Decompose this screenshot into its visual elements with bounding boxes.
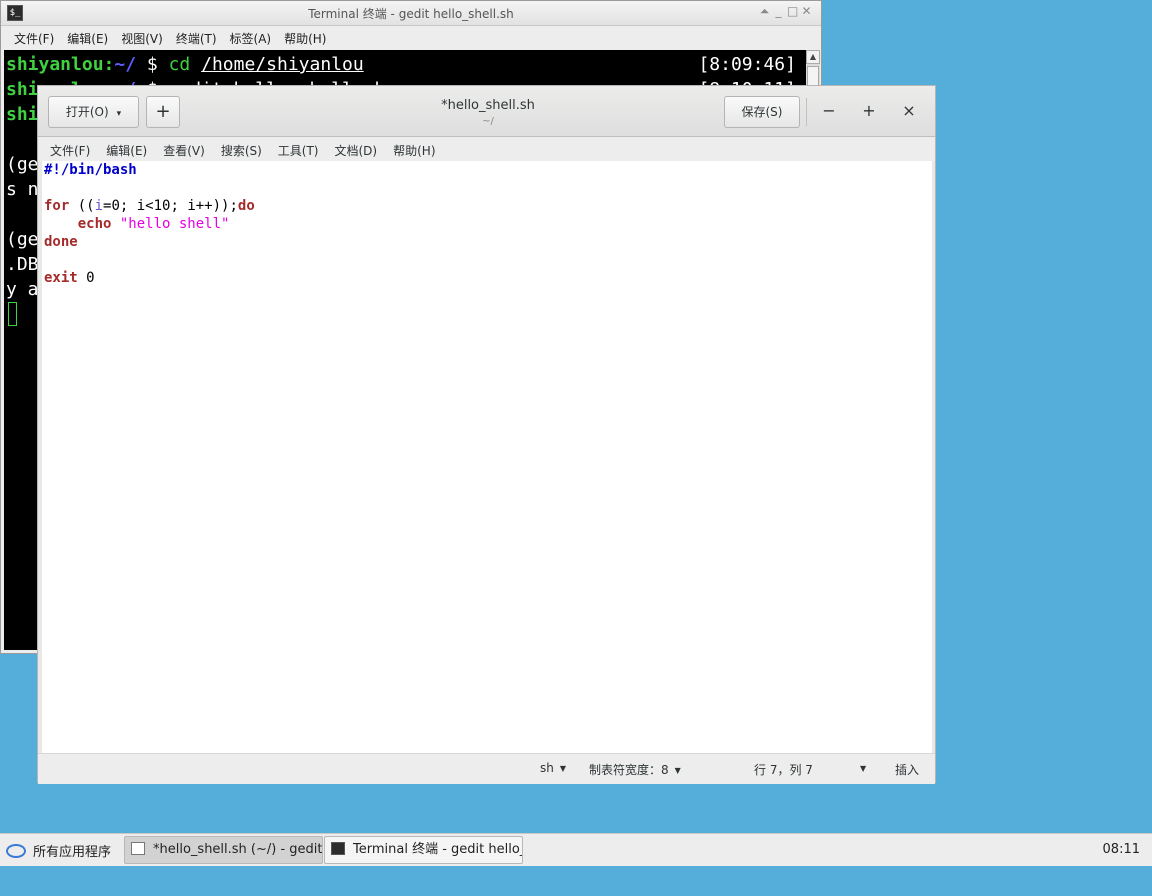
chevron-down-icon: ▼: [559, 764, 567, 773]
maximize-icon[interactable]: □: [787, 4, 801, 18]
chevron-down-icon: ▾: [116, 109, 122, 119]
new-tab-button[interactable]: +: [146, 96, 180, 128]
terminal-icon: [331, 842, 345, 855]
chevron-down-icon: ▼: [860, 764, 867, 773]
shade-icon[interactable]: ⏶: [759, 4, 773, 19]
loop-variable: i: [94, 198, 104, 214]
code-line: exit 0: [44, 269, 95, 287]
close-icon[interactable]: ×: [898, 100, 920, 122]
gedit-statusbar: sh ▼ 制表符宽度：8 ▼ 行 7，列 7 ▼ 插入: [38, 753, 935, 784]
minimize-icon[interactable]: _: [773, 4, 787, 18]
command-space: [190, 54, 201, 75]
save-button[interactable]: 保存(S): [724, 96, 800, 128]
terminal-menu-terminal[interactable]: 终端(T): [176, 30, 217, 47]
insert-mode: 插入: [895, 763, 920, 777]
terminal-window-title: Terminal 终端 - gedit hello_shell.sh: [308, 7, 514, 21]
keyword-do: do: [237, 198, 255, 214]
gedit-menu-tools[interactable]: 工具(T): [278, 142, 319, 159]
code-text: ((: [69, 198, 95, 214]
exit-code: 0: [77, 270, 95, 286]
position-menu-button[interactable]: ▼: [854, 761, 866, 775]
prompt-user: shi: [6, 104, 39, 125]
tab-width-selector[interactable]: 制表符宽度：8 ▼: [589, 761, 681, 778]
header-separator: [806, 98, 807, 126]
terminal-menubar: 文件(F) 编辑(E) 视图(V) 终端(T) 标签(A) 帮助(H): [1, 26, 821, 50]
app-menu-label: 所有应用程序: [33, 845, 112, 860]
terminal-timestamp: [8:09:46]: [698, 54, 796, 75]
scroll-up-icon[interactable]: ▲: [806, 50, 820, 64]
document-title: *hello_shell.sh: [441, 98, 535, 113]
chevron-down-icon: ▼: [674, 766, 681, 775]
keyword-done: done: [44, 234, 78, 250]
close-icon[interactable]: ✕: [801, 4, 815, 18]
gedit-menu-edit[interactable]: 编辑(E): [106, 142, 147, 159]
taskbar-task-gedit[interactable]: *hello_shell.sh (~/) - gedit: [124, 836, 323, 864]
minimize-icon[interactable]: −: [818, 100, 840, 122]
command-arg: /home/shiyanlou: [201, 54, 364, 75]
gedit-menu-file[interactable]: 文件(F): [50, 142, 90, 159]
terminal-line: shi: [6, 102, 39, 127]
cursor-position[interactable]: 行 7，列 7: [754, 761, 813, 778]
document-path: ~/: [482, 116, 494, 127]
keyword-exit: exit: [44, 270, 78, 286]
code-line: #!/bin/bash: [44, 161, 137, 179]
keyword-echo: echo: [77, 216, 112, 232]
maximize-icon[interactable]: +: [858, 100, 880, 122]
terminal-menu-help[interactable]: 帮助(H): [284, 30, 326, 47]
shebang: #!/bin/bash: [44, 162, 137, 178]
open-button[interactable]: 打开(O) ▾: [48, 96, 139, 128]
app-menu-button[interactable]: 所有应用程序: [6, 841, 111, 860]
gedit-menu-documents[interactable]: 文档(D): [335, 142, 378, 159]
code-editor[interactable]: #!/bin/bash for ((i=0; i<10; i++));do ec…: [42, 161, 932, 753]
terminal-line: shiyanlou:~/ $ cd /home/shiyanlou: [6, 52, 364, 77]
taskbar-task-terminal[interactable]: Terminal 终端 - gedit hello_…: [324, 836, 523, 864]
terminal-cursor: [8, 302, 17, 326]
terminal-menu-tabs[interactable]: 标签(A): [230, 30, 272, 47]
task-label: Terminal 终端 - gedit hello_…: [353, 842, 523, 857]
gedit-menu-help[interactable]: 帮助(H): [393, 142, 435, 159]
tab-width-label: 制表符宽度：8: [589, 763, 669, 777]
language-selector[interactable]: sh ▼: [540, 761, 566, 775]
task-label: *hello_shell.sh (~/) - gedit: [153, 842, 323, 857]
taskbar: 所有应用程序 *hello_shell.sh (~/) - gedit Term…: [0, 833, 1152, 866]
gedit-window[interactable]: 打开(O) ▾ + *hello_shell.sh ~/ 保存(S) − + × …: [37, 85, 936, 784]
code-line: for ((i=0; i<10; i++));do: [44, 197, 255, 215]
language-label: sh: [540, 761, 554, 775]
keyword-for: for: [44, 198, 70, 214]
gedit-menu-search[interactable]: 搜索(S): [221, 142, 262, 159]
terminal-menu-edit[interactable]: 编辑(E): [67, 30, 108, 47]
terminal-menu-view[interactable]: 视图(V): [121, 30, 163, 47]
code-text: =0; i<10; i++));: [103, 198, 238, 214]
code-line: done: [44, 233, 78, 251]
gedit-menu-view[interactable]: 查看(V): [163, 142, 205, 159]
terminal-window-controls: ⏶ _ □✕: [759, 4, 815, 19]
prompt-symbol: $: [136, 54, 169, 75]
prompt-path: ~/: [114, 54, 137, 75]
command-name: cd: [168, 54, 191, 75]
code-line: echo "hello shell": [44, 215, 230, 233]
apps-icon: [6, 844, 26, 858]
terminal-titlebar[interactable]: $_ Terminal 终端 - gedit hello_shell.sh ⏶ _…: [1, 1, 821, 26]
gedit-headerbar[interactable]: 打开(O) ▾ + *hello_shell.sh ~/ 保存(S) − + ×: [38, 86, 935, 137]
string-literal: "hello shell": [119, 216, 230, 232]
gedit-menubar: 文件(F) 编辑(E) 查看(V) 搜索(S) 工具(T) 文档(D) 帮助(H): [38, 137, 935, 161]
prompt-user: shiyanlou: [6, 54, 104, 75]
open-button-label: 打开(O): [65, 105, 109, 119]
text-editor-icon: [131, 842, 145, 855]
prompt-colon: :: [103, 54, 115, 75]
terminal-menu-file[interactable]: 文件(F): [14, 30, 54, 47]
clock[interactable]: 08:11: [1103, 842, 1140, 857]
